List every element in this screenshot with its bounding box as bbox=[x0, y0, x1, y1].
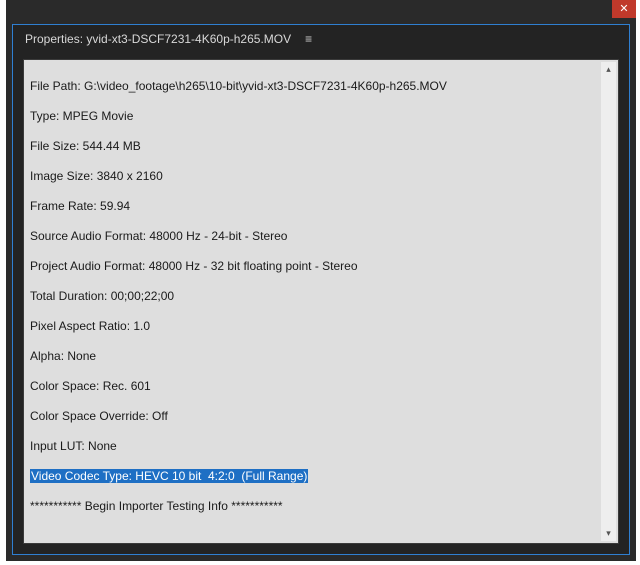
prop-duration: Total Duration: 00;00;22;00 bbox=[30, 289, 598, 304]
prop-cs-override: Color Space Override: Off bbox=[30, 409, 598, 424]
panel-header: Properties: yvid-xt3-DSCF7231-4K60p-h265… bbox=[13, 25, 629, 53]
vertical-scrollbar[interactable]: ▴ ▾ bbox=[601, 62, 616, 541]
prop-alpha: Alpha: None bbox=[30, 349, 598, 364]
prop-source-audio: Source Audio Format: 48000 Hz - 24-bit -… bbox=[30, 229, 598, 244]
scroll-down-arrow-icon[interactable]: ▾ bbox=[601, 526, 616, 541]
prop-project-audio: Project Audio Format: 48000 Hz - 32 bit … bbox=[30, 259, 598, 274]
properties-text-content: File Path: G:\video_footage\h265\10-bit\… bbox=[30, 64, 598, 539]
prop-file-path: File Path: G:\video_footage\h265\10-bit\… bbox=[30, 79, 598, 94]
close-button[interactable]: ✕ bbox=[612, 0, 636, 18]
prop-type: Type: MPEG Movie bbox=[30, 109, 598, 124]
panel-title: Properties: yvid-xt3-DSCF7231-4K60p-h265… bbox=[25, 32, 291, 46]
titlebar: ✕ bbox=[6, 0, 636, 20]
panel-menu-icon[interactable]: ≡ bbox=[305, 32, 311, 46]
prop-image-size: Image Size: 3840 x 2160 bbox=[30, 169, 598, 184]
properties-textarea[interactable]: File Path: G:\video_footage\h265\10-bit\… bbox=[23, 59, 619, 544]
prop-par: Pixel Aspect Ratio: 1.0 bbox=[30, 319, 598, 334]
prop-frame-rate: Frame Rate: 59.94 bbox=[30, 199, 598, 214]
properties-panel: Properties: yvid-xt3-DSCF7231-4K60p-h265… bbox=[12, 24, 630, 555]
importer-begin-marker: *********** Begin Importer Testing Info … bbox=[30, 499, 598, 514]
prop-video-codec: Video Codec Type: HEVC 10 bit 4:2:0 (Ful… bbox=[30, 469, 598, 484]
highlighted-selection: Video Codec Type: HEVC 10 bit 4:2:0 (Ful… bbox=[30, 469, 308, 483]
scroll-up-arrow-icon[interactable]: ▴ bbox=[601, 62, 616, 77]
prop-color-space: Color Space: Rec. 601 bbox=[30, 379, 598, 394]
prop-file-size: File Size: 544.44 MB bbox=[30, 139, 598, 154]
window-frame: ✕ Properties: yvid-xt3-DSCF7231-4K60p-h2… bbox=[6, 0, 636, 561]
prop-input-lut: Input LUT: None bbox=[30, 439, 598, 454]
